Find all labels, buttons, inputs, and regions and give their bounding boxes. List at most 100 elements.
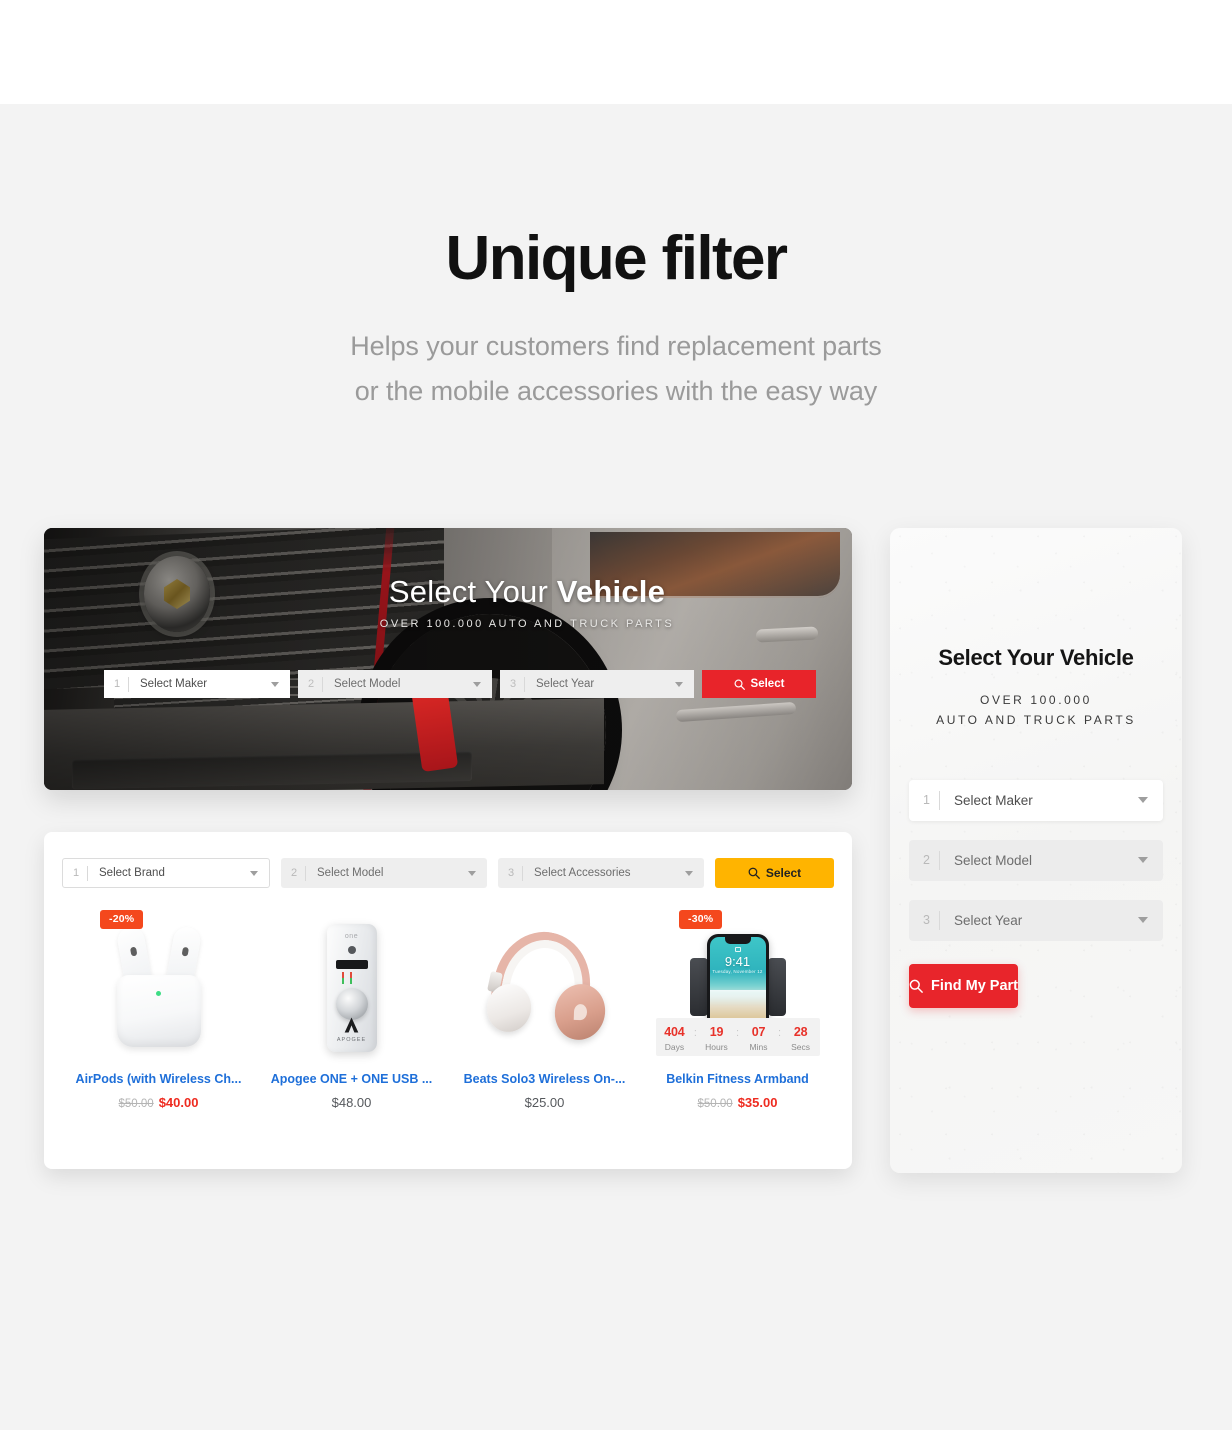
field-divider xyxy=(322,676,323,692)
product-current-price: $35.00 xyxy=(737,1095,778,1110)
page-subtitle-line-2: or the mobile accessories with the easy … xyxy=(354,375,878,406)
product-card[interactable]: Beats Solo3 Wireless On-... $25.00 xyxy=(448,900,641,1110)
chevron-down-icon xyxy=(1138,857,1148,864)
screen-wallpaper-foam xyxy=(709,990,766,1007)
side-select-model[interactable]: 2 Select Model xyxy=(909,839,1163,881)
chevron-down-icon xyxy=(473,681,481,687)
vehicle-select-year[interactable]: 3 Select Year xyxy=(500,670,694,698)
product-card[interactable]: -30% 9:41 Tuesday, November 12 404 Days … xyxy=(641,900,834,1110)
chevron-down-icon xyxy=(250,870,258,876)
vehicle-banner-title-light: Select Your xyxy=(388,574,557,609)
step-number: 3 xyxy=(923,913,930,928)
accessories-filter-card: 1 Select Brand 2 Select Model 3 Select A… xyxy=(44,832,852,1169)
vehicle-banner-title: Select Your Vehicle xyxy=(292,574,762,610)
phone-date: Tuesday, November 12 xyxy=(712,969,763,974)
side-select-maker[interactable]: 1 Select Maker xyxy=(909,779,1163,821)
vehicle-banner-subtitle: OVER 100.000 AUTO AND TRUCK PARTS xyxy=(379,618,675,630)
vehicle-select-button-label: Select xyxy=(750,678,785,690)
product-image xyxy=(448,922,641,1054)
side-panel-subtitle-line-2: AUTO AND TRUCK PARTS xyxy=(936,713,1136,728)
page-title: Unique filter xyxy=(445,224,788,293)
side-panel-subtitle-line-1: OVER 100.000 xyxy=(980,693,1092,707)
showcase-area: Select Your Vehicle OVER 100.000 AUTO AN… xyxy=(0,528,1232,1173)
mobile-vehicle-panel: Select Your Vehicle OVER 100.000 AUTO AN… xyxy=(890,528,1182,1173)
countdown-secs-value: 28 xyxy=(793,1025,808,1039)
chevron-down-icon xyxy=(1138,797,1148,804)
chevron-down-icon xyxy=(271,681,279,687)
chevron-down-icon xyxy=(685,870,693,876)
accessories-select-brand-value: Select Brand xyxy=(99,867,165,879)
side-select-year[interactable]: 3 Select Year xyxy=(909,899,1163,941)
vehicle-select-maker[interactable]: 1 Select Maker xyxy=(104,670,290,698)
vehicle-select-year-value: Select Year xyxy=(536,678,595,690)
step-number: 2 xyxy=(291,867,298,879)
beats-solo3-image xyxy=(481,922,610,1045)
product-card[interactable]: one APOGEE Apogee ONE + ONE USB ... $48.… xyxy=(255,900,448,1110)
airpods-case xyxy=(116,975,201,1047)
field-divider xyxy=(939,850,940,870)
accessories-select-brand[interactable]: 1 Select Brand xyxy=(62,858,270,888)
accessories-select-accessories[interactable]: 3 Select Accessories xyxy=(498,858,704,888)
countdown-row: 404 Days : 19 Hours : 07 Mins: 28 Secs xyxy=(656,1023,820,1052)
countdown-secs: 28 Secs xyxy=(785,1023,816,1052)
find-my-part-button[interactable]: Find My Part xyxy=(909,963,1019,1008)
product-card[interactable]: -20% AirPods (with Wireless Ch... $50.00… xyxy=(62,900,255,1110)
apogee-logo-icon xyxy=(343,1016,361,1034)
product-current-price: $48.00 xyxy=(331,1095,372,1110)
accessories-select-button[interactable]: Select xyxy=(715,858,834,888)
product-price: $25.00 xyxy=(448,1095,641,1110)
search-icon xyxy=(734,679,745,690)
side-panel-filter-list: 1 Select Maker 2 Select Model 3 Select Y… xyxy=(890,779,1182,941)
countdown-days: 404 Days xyxy=(659,1023,690,1052)
product-grid: -20% AirPods (with Wireless Ch... $50.00… xyxy=(62,900,834,1110)
product-old-price: $50.00 xyxy=(697,1098,733,1110)
countdown-secs-label: Secs xyxy=(791,1042,811,1052)
step-number: 3 xyxy=(510,678,517,690)
field-divider xyxy=(128,676,129,692)
product-old-price: $50.00 xyxy=(118,1098,154,1110)
countdown-hours: 19 Hours xyxy=(701,1023,732,1052)
step-number: 1 xyxy=(114,678,121,690)
phone-notch xyxy=(724,937,751,944)
apogee-logo-text: APOGEE xyxy=(336,1037,367,1043)
vehicle-banner-filter-bar: 1 Select Maker 2 Select Model 3 Select Y… xyxy=(104,670,816,698)
accessories-select-button-label: Select xyxy=(765,866,802,880)
countdown-mins-value: 07 xyxy=(751,1025,766,1039)
apogee-display xyxy=(335,960,368,969)
countdown-separator: : xyxy=(778,1027,782,1039)
product-name[interactable]: AirPods (with Wireless Ch... xyxy=(62,1072,255,1086)
field-divider xyxy=(305,865,306,881)
field-divider xyxy=(524,676,525,692)
side-panel-title: Select Your Vehicle xyxy=(938,645,1134,670)
page-subtitle-line-1: Helps your customers find replacement pa… xyxy=(350,331,882,361)
field-divider xyxy=(87,865,88,881)
armband-clamp-right xyxy=(767,958,786,1016)
product-image: one APOGEE xyxy=(255,922,448,1054)
accessories-select-model[interactable]: 2 Select Model xyxy=(281,858,487,888)
countdown-hours-label: Hours xyxy=(705,1042,728,1052)
search-icon xyxy=(748,867,760,879)
hero-heading-block: Unique filter Helps your customers find … xyxy=(0,228,1232,414)
countdown-mins: 07 Mins xyxy=(743,1023,774,1052)
apogee-brand-text: one xyxy=(344,933,359,940)
step-number: 2 xyxy=(923,853,930,868)
product-name[interactable]: Apogee ONE + ONE USB ... xyxy=(255,1072,448,1086)
chevron-down-icon xyxy=(1138,917,1148,924)
accessories-filter-bar: 1 Select Brand 2 Select Model 3 Select A… xyxy=(62,858,834,888)
product-name[interactable]: Beats Solo3 Wireless On-... xyxy=(448,1072,641,1086)
product-image: 9:41 Tuesday, November 12 404 Days: 19 … xyxy=(641,922,834,1056)
chevron-down-icon xyxy=(468,870,476,876)
vehicle-select-model[interactable]: 2 Select Model xyxy=(298,670,492,698)
product-name[interactable]: Belkin Fitness Armband xyxy=(641,1072,834,1086)
product-current-price: $25.00 xyxy=(524,1095,565,1110)
product-current-price: $40.00 xyxy=(158,1095,199,1110)
find-my-part-label: Find My Part xyxy=(931,977,1019,994)
field-divider xyxy=(939,910,940,930)
product-price: $50.00 $35.00 xyxy=(641,1095,834,1110)
accessories-select-model-value: Select Model xyxy=(317,867,384,879)
countdown-days-label: Days xyxy=(664,1042,685,1052)
vehicle-select-button[interactable]: Select xyxy=(702,670,816,698)
phone-time: 9:41 xyxy=(724,954,751,969)
